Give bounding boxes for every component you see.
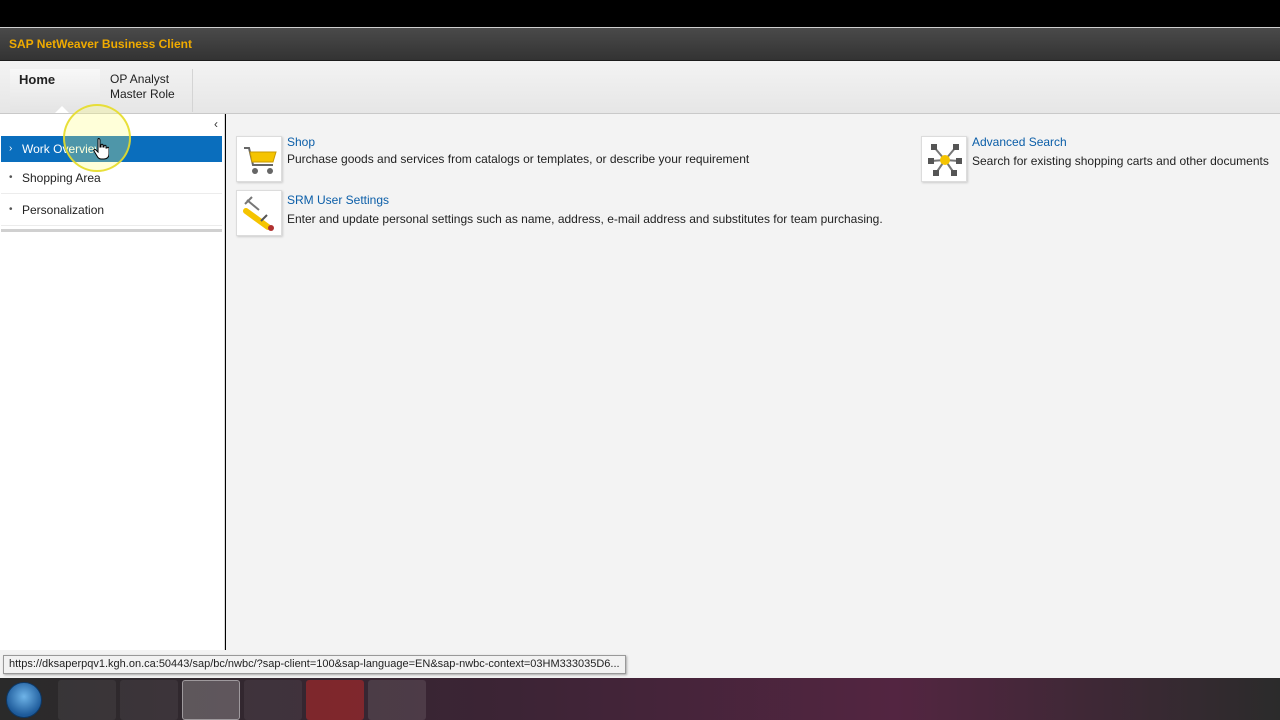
tile-shop-description: Purchase goods and services from catalog… — [287, 152, 750, 166]
taskbar-app-button-2[interactable] — [244, 680, 302, 720]
network-search-icon[interactable] — [921, 136, 967, 182]
tile-srm-user-settings-link[interactable]: SRM User Settings — [287, 193, 389, 207]
title-bar: SAP NetWeaver Business Client — [0, 28, 1280, 61]
content-area: Shop Purchase goods and services from ca… — [226, 114, 1280, 650]
link-url-tooltip: https://dksaperpqv1.kgh.on.ca:50443/sap/… — [3, 655, 626, 674]
hand-cursor-icon — [93, 138, 110, 160]
app-title: SAP NetWeaver Business Client — [9, 37, 192, 51]
navigation-panel: ‹ › Work Overview • Shopping Area • Pers… — [0, 114, 225, 650]
bullet-icon: • — [9, 204, 13, 215]
bullet-icon: • — [9, 172, 13, 183]
status-bar: https://dksaperpqv1.kgh.on.ca:50443/sap/… — [0, 650, 1280, 678]
tab-role-label-line2: Master Role — [110, 87, 175, 101]
nav-item-label: Personalization — [22, 203, 105, 217]
taskbar-app-button[interactable] — [120, 680, 178, 720]
tile-advanced-search-description: Search for existing shopping carts and o… — [972, 154, 1269, 168]
collapse-panel-button[interactable]: ‹ — [209, 117, 223, 131]
tab-op-analyst-master-role[interactable]: OP Analyst Master Role — [100, 69, 193, 112]
tab-bar: Home OP Analyst Master Role — [0, 61, 1280, 114]
tile-srm-user-settings-description: Enter and update personal settings such … — [287, 212, 883, 226]
screen: SAP NetWeaver Business Client Home OP An… — [0, 0, 1280, 720]
tile-shop-link[interactable]: Shop — [287, 135, 315, 149]
nav-item-personalization[interactable]: • Personalization — [1, 194, 222, 226]
nav-divider — [1, 229, 222, 232]
taskbar-folder-button[interactable] — [58, 680, 116, 720]
chevron-left-icon: ‹ — [214, 117, 218, 131]
taskbar-browser-button[interactable] — [182, 680, 240, 720]
taskbar-app-button-4[interactable] — [368, 680, 426, 720]
shopping-cart-icon[interactable] — [236, 136, 282, 182]
windows-taskbar — [0, 678, 1280, 720]
taskbar-app-button-3[interactable] — [306, 680, 364, 720]
top-border — [0, 0, 1280, 27]
tab-role-label-line1: OP Analyst — [110, 72, 170, 86]
tile-advanced-search-link[interactable]: Advanced Search — [972, 135, 1067, 149]
settings-tools-icon[interactable] — [236, 190, 282, 236]
chevron-right-icon: › — [9, 143, 13, 154]
start-button-icon[interactable] — [6, 682, 42, 718]
nav-item-label: Shopping Area — [22, 171, 101, 185]
tab-home-label: Home — [19, 72, 56, 87]
